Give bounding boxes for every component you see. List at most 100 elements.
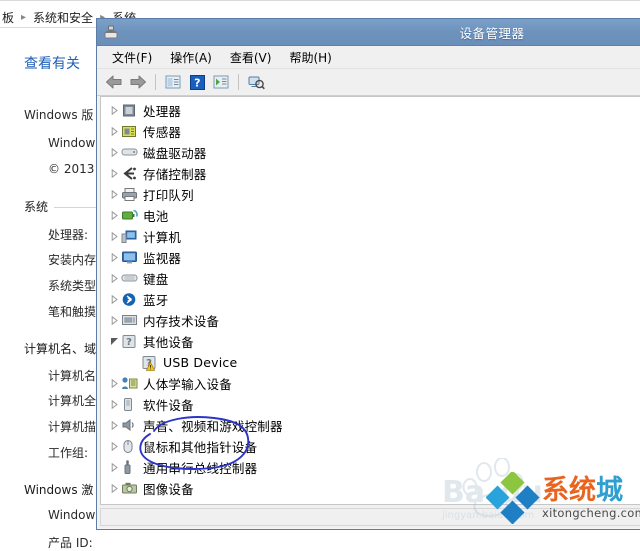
workgroup-label: 工作组: (48, 446, 89, 460)
device-tree-item-label: 蓝牙 (143, 293, 169, 308)
device-tree-item[interactable]: 图像设备 (101, 478, 640, 499)
keyboard-icon (121, 271, 139, 287)
back-button[interactable] (103, 71, 125, 93)
menu-help[interactable]: 帮助(H) (280, 47, 340, 68)
device-tree-item[interactable]: 人体学输入设备 (101, 373, 640, 394)
device-tree-item[interactable]: 键盘 (101, 268, 640, 289)
properties-button[interactable] (162, 71, 184, 93)
breadcrumb-item-control-panel[interactable]: 板 (0, 9, 16, 26)
device-tree-item-label: 键盘 (143, 272, 169, 287)
device-tree-item-label: 内存技术设备 (143, 314, 220, 329)
installed-memory-label: 安装内存 (48, 253, 97, 267)
collapse-triangle-icon[interactable] (107, 190, 121, 199)
storage-controller-icon (121, 166, 139, 182)
computer-icon (121, 229, 139, 245)
device-tree-item[interactable]: ? 其他设备 (101, 331, 640, 352)
update-driver-button[interactable] (210, 71, 232, 93)
device-tree-item[interactable]: 电池 (101, 205, 640, 226)
toolbar: ? (97, 69, 640, 96)
usb-controller-icon (121, 459, 139, 476)
device-tree-item[interactable]: 蓝牙 (101, 289, 640, 310)
device-manager-window: 设备管理器 文件(F) 操作(A) 查看(V) 帮助(H) ? 处理器 传感器 … (96, 18, 640, 530)
svg-text:?: ? (126, 337, 132, 348)
product-id-label: 产品 ID: (48, 536, 93, 550)
section-heading-computer-name: 计算机名、域 (24, 342, 173, 356)
menu-view[interactable]: 查看(V) (221, 47, 281, 68)
collapse-triangle-icon[interactable] (107, 400, 121, 409)
memory-device-icon (121, 313, 139, 329)
device-tree-item-label: 监视器 (143, 251, 182, 266)
device-tree-item-label: 电池 (143, 209, 169, 224)
activation-status-label: Window (48, 508, 96, 522)
collapse-triangle-icon[interactable] (107, 106, 121, 115)
menu-action[interactable]: 操作(A) (161, 47, 221, 68)
device-tree-item[interactable]: 监视器 (101, 247, 640, 268)
collapse-triangle-icon[interactable] (107, 442, 121, 451)
forward-button[interactable] (127, 71, 149, 93)
device-tree-item[interactable]: 传感器 (101, 121, 640, 142)
top-divider (0, 0, 640, 1)
collapse-triangle-icon[interactable] (107, 484, 121, 493)
device-tree-item[interactable]: 存储控制器 (101, 163, 640, 184)
windows-edition-value: Window (48, 136, 96, 150)
printer-icon (121, 187, 139, 203)
status-bar (100, 508, 640, 526)
menu-bar: 文件(F) 操作(A) 查看(V) 帮助(H) (97, 46, 640, 69)
collapse-triangle-icon[interactable] (107, 253, 121, 262)
unknown-device-icon: ? (141, 355, 159, 371)
imaging-device-icon (121, 481, 139, 497)
device-tree-item[interactable]: 打印队列 (101, 184, 640, 205)
device-tree-item[interactable]: 鼠标和其他指针设备 (101, 436, 640, 457)
network-adapter-icon (121, 502, 139, 504)
sensor-icon (121, 124, 139, 140)
breadcrumb-item-system-and-security[interactable]: 系统和安全 (31, 9, 95, 26)
computer-name-label: 计算机名 (48, 369, 97, 383)
breadcrumb-separator-icon: ▸ (21, 11, 27, 23)
collapse-triangle-icon[interactable] (107, 274, 121, 283)
scan-hardware-changes-button[interactable] (245, 71, 267, 93)
menu-file[interactable]: 文件(F) (103, 47, 161, 68)
svg-text:?: ? (194, 76, 200, 89)
device-tree-item[interactable]: 计算机 (101, 226, 640, 247)
help-button[interactable]: ? (186, 71, 208, 93)
device-manager-icon (103, 24, 119, 40)
toolbar-separator-icon (238, 74, 239, 90)
collapse-triangle-icon[interactable] (107, 316, 121, 325)
device-manager-titlebar[interactable]: 设备管理器 (97, 19, 640, 46)
device-manager-title: 设备管理器 (459, 25, 525, 41)
device-tree-panel[interactable]: 处理器 传感器 磁盘驱动器存储控制器打印队列电池计算机监视器键盘蓝牙内存技术设备 ? 其… (100, 96, 640, 505)
copyright-label: © 2013 (48, 162, 95, 176)
device-tree-item[interactable]: 内存技术设备 (101, 310, 640, 331)
device-tree-item[interactable]: ? USB Device (101, 352, 640, 373)
device-tree-item[interactable]: 软件设备 (101, 394, 640, 415)
processor-icon (121, 103, 139, 119)
device-tree[interactable]: 处理器 传感器 磁盘驱动器存储控制器打印队列电池计算机监视器键盘蓝牙内存技术设备 ? 其… (101, 97, 640, 504)
software-device-icon (121, 397, 139, 413)
collapse-triangle-icon[interactable] (107, 295, 121, 304)
device-tree-item-label: 软件设备 (143, 398, 194, 413)
device-tree-item[interactable]: 处理器 (101, 100, 640, 121)
collapse-triangle-icon[interactable] (107, 232, 121, 241)
section-heading-system: 系统 (24, 200, 125, 214)
pen-and-touch-label: 笔和触摸 (48, 305, 97, 319)
device-tree-item[interactable]: 网络适配器 (101, 499, 640, 504)
collapse-triangle-icon[interactable] (107, 211, 121, 220)
collapse-triangle-icon[interactable] (107, 421, 121, 430)
device-tree-item-label: 声音、视频和游戏控制器 (143, 419, 283, 434)
device-tree-item[interactable]: 磁盘驱动器 (101, 142, 640, 163)
collapse-triangle-icon[interactable] (107, 463, 121, 472)
collapse-triangle-icon[interactable] (107, 379, 121, 388)
device-tree-item-label: 网络适配器 (143, 500, 207, 504)
expand-triangle-icon[interactable] (107, 337, 121, 346)
device-tree-item-label: 存储控制器 (143, 167, 207, 182)
collapse-triangle-icon[interactable] (107, 169, 121, 178)
disk-drive-icon (121, 145, 139, 161)
computer-full-name-label: 计算机全 (48, 394, 97, 408)
mouse-icon (121, 439, 139, 455)
collapse-triangle-icon[interactable] (107, 127, 121, 136)
device-tree-item[interactable]: 声音、视频和游戏控制器 (101, 415, 640, 436)
section-heading-activation: Windows 激 (24, 483, 171, 497)
view-basic-info-link[interactable]: 查看有关 (24, 53, 80, 73)
collapse-triangle-icon[interactable] (107, 148, 121, 157)
device-tree-item[interactable]: 通用串行总线控制器 (101, 457, 640, 478)
